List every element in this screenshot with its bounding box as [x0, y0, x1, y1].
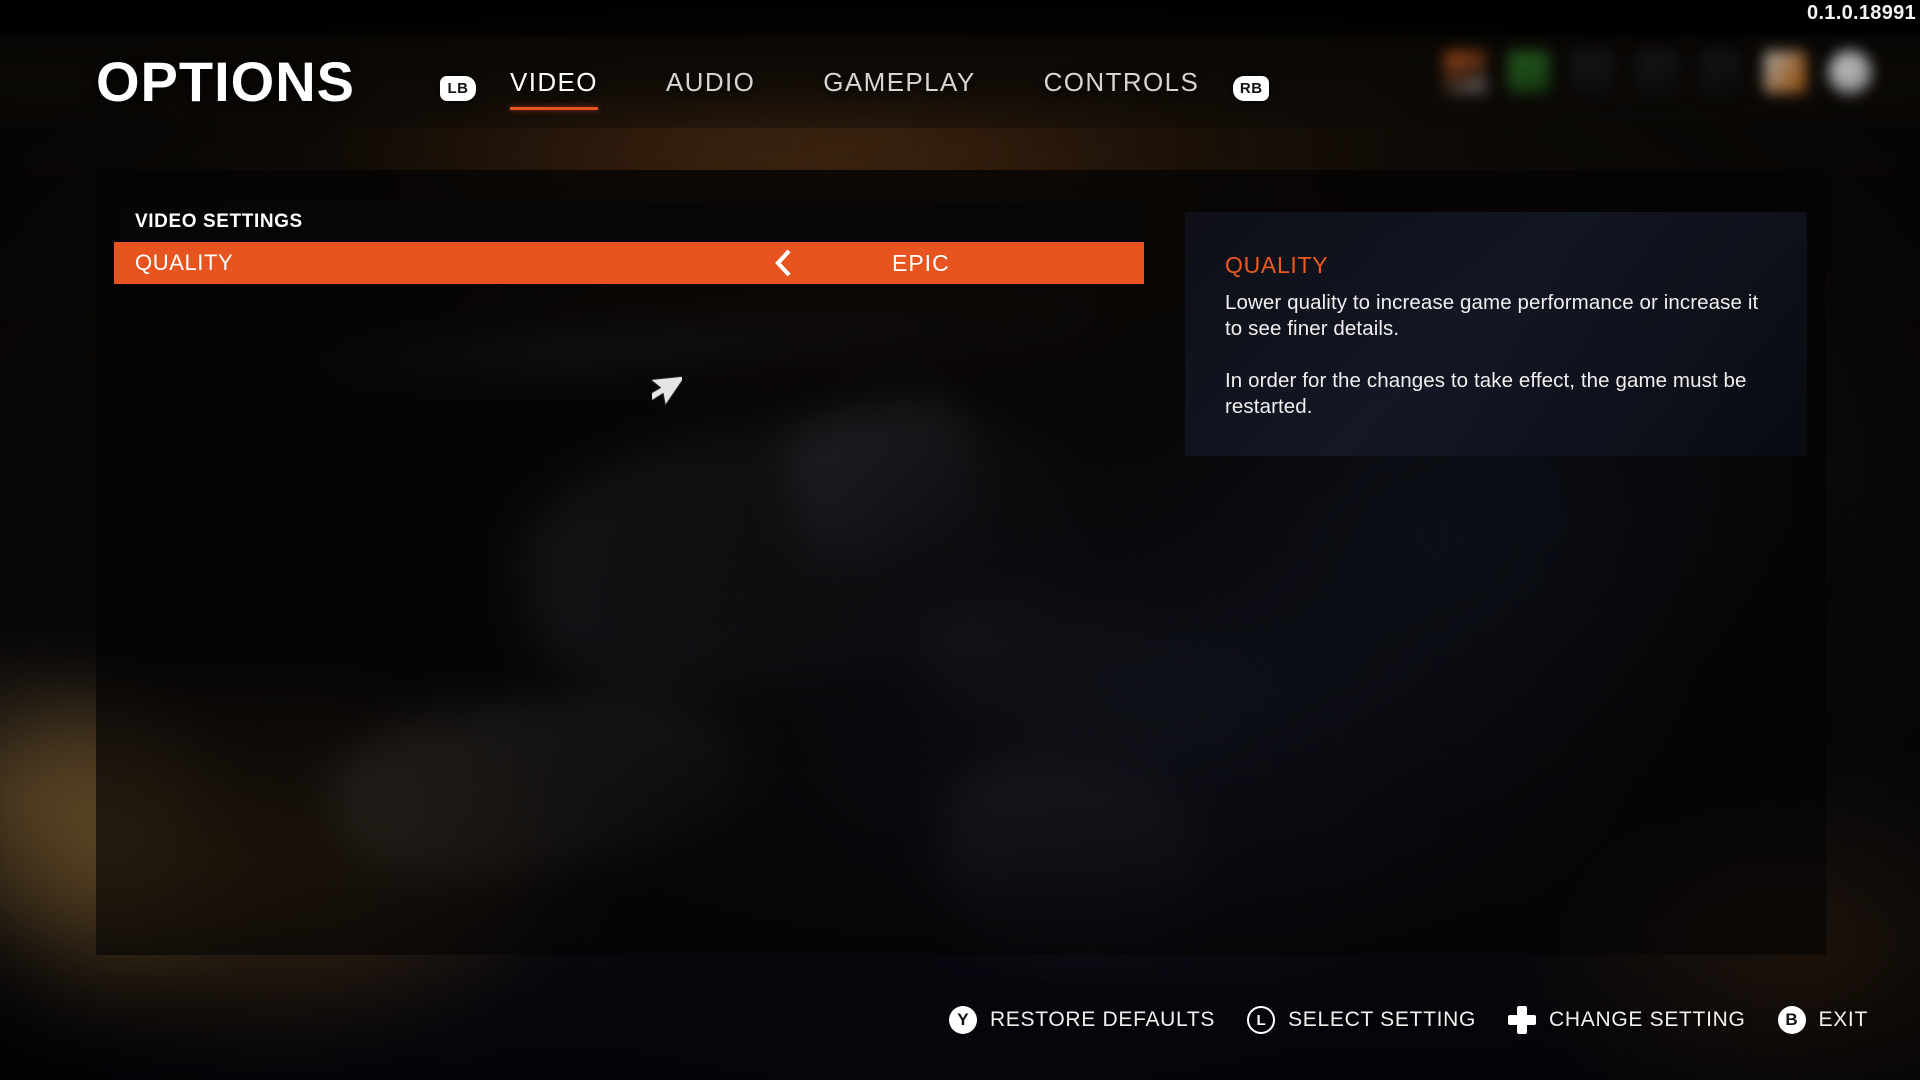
- description-title: QUALITY: [1225, 252, 1329, 278]
- settings-section-title: VIDEO SETTINGS: [114, 202, 1144, 242]
- button-b-icon: B: [1777, 1006, 1806, 1034]
- dpad-icon: [1508, 1006, 1537, 1034]
- description-body: Lower quality to increase game performan…: [1225, 290, 1777, 420]
- prompt-change-setting[interactable]: CHANGE SETTING: [1508, 1006, 1745, 1034]
- page-title: OPTIONS: [96, 50, 356, 113]
- prompt-restore-defaults[interactable]: Y RESTORE DEFAULTS: [948, 1006, 1216, 1034]
- prompt-label-change-setting: CHANGE SETTING: [1549, 1008, 1746, 1031]
- settings-list: VIDEO SETTINGS QUALITY EPIC: [114, 202, 1144, 284]
- hud-icon-1: [1444, 51, 1486, 93]
- setting-label-quality: QUALITY: [135, 250, 234, 275]
- hud-icon-5: [1700, 51, 1742, 93]
- hud-icon-3: [1572, 51, 1614, 93]
- tab-audio[interactable]: AUDIO: [666, 67, 755, 110]
- tab-video[interactable]: VIDEO: [510, 67, 598, 110]
- tab-gameplay[interactable]: GAMEPLAY: [823, 67, 975, 110]
- description-panel: QUALITY Lower quality to increase game p…: [1185, 212, 1807, 456]
- hud-icon-4: [1636, 51, 1678, 93]
- tab-controls[interactable]: CONTROLS: [1044, 67, 1200, 110]
- button-y-icon: Y: [948, 1006, 977, 1034]
- hud-avatar-icon: [1828, 50, 1872, 94]
- hud-icon-6: [1764, 51, 1806, 93]
- button-l-stick-icon: L: [1247, 1006, 1276, 1034]
- description-paragraph-2: In order for the changes to take effect,…: [1225, 369, 1747, 418]
- prompt-label-select-setting: SELECT SETTING: [1288, 1008, 1477, 1031]
- prompt-label-exit: EXIT: [1818, 1008, 1868, 1031]
- setting-value-area: EPIC: [714, 242, 1144, 284]
- chevron-left-icon[interactable]: [772, 248, 794, 278]
- lb-bumper-icon[interactable]: LB: [440, 75, 476, 101]
- rb-bumper-icon[interactable]: RB: [1233, 75, 1270, 101]
- options-screen: 0.1.0.18991 OPTIONS LB VIDEO AUDIO GAMEP…: [0, 0, 1920, 1080]
- description-paragraph-1: Lower quality to increase game performan…: [1225, 291, 1759, 340]
- button-prompt-bar: Y RESTORE DEFAULTS L SELECT SETTING CHAN…: [948, 1006, 1868, 1034]
- prompt-select-setting[interactable]: L SELECT SETTING: [1247, 1006, 1476, 1034]
- setting-row-quality[interactable]: QUALITY EPIC: [114, 242, 1144, 284]
- hud-icon-2: [1508, 51, 1550, 93]
- top-bar: [0, 0, 1920, 36]
- prompt-label-restore-defaults: RESTORE DEFAULTS: [989, 1008, 1216, 1031]
- prompt-exit[interactable]: B EXIT: [1777, 1006, 1868, 1034]
- version-label: 0.1.0.18991: [1807, 2, 1916, 24]
- hud-overlay-icons: [1444, 50, 1872, 94]
- setting-value-quality: EPIC: [892, 249, 950, 276]
- tab-bar: LB VIDEO AUDIO GAMEPLAY CONTROLS RB: [440, 62, 1270, 114]
